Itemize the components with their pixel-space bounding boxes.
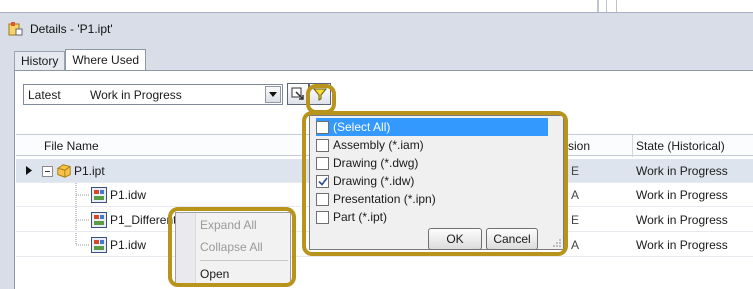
divider [597, 0, 599, 12]
tab-strip: History Where Used [14, 49, 147, 71]
divider [606, 0, 607, 12]
drawing-icon [91, 237, 107, 253]
column-divider [632, 135, 633, 157]
column-version[interactable]: sion [568, 139, 590, 153]
file-name: P1.idw [110, 188, 147, 202]
part-document-icon [8, 22, 23, 36]
version-value: A [571, 188, 580, 202]
top-strip [0, 0, 753, 12]
dropdown-arrow-icon[interactable] [265, 86, 281, 103]
state-value: Work in Progress [90, 87, 182, 102]
collapse-toggle-icon[interactable] [42, 166, 53, 177]
navigate-icon [291, 87, 304, 100]
version-value: E [571, 213, 580, 227]
drawing-icon [91, 187, 107, 203]
version-value: A [571, 238, 580, 252]
title-bar: Details - 'P1.ipt' [8, 19, 113, 39]
column-file-name[interactable]: File Name [44, 139, 99, 153]
tab-where-used[interactable]: Where Used [65, 49, 147, 71]
state-value: Work in Progress [636, 164, 728, 178]
state-value: Work in Progress [636, 238, 728, 252]
highlight-frame [306, 84, 336, 114]
revision-state-combo[interactable]: Latest Work in Progress [23, 84, 283, 105]
state-value: Work in Progress [636, 213, 728, 227]
row-pointer-icon [26, 166, 32, 175]
tab-history[interactable]: History [14, 51, 66, 71]
drawing-icon [91, 212, 107, 228]
revision-value: Latest [28, 87, 61, 102]
version-value: E [571, 164, 580, 178]
highlight-frame [168, 207, 296, 287]
window-title: Details - 'P1.ipt' [30, 22, 113, 36]
file-name: P1.idw [110, 238, 147, 252]
divider [616, 0, 617, 12]
file-name: P1.ipt [74, 164, 105, 178]
highlight-frame [302, 111, 568, 256]
state-value: Work in Progress [636, 188, 728, 202]
part-icon [57, 164, 71, 178]
column-state[interactable]: State (Historical) [636, 139, 725, 153]
